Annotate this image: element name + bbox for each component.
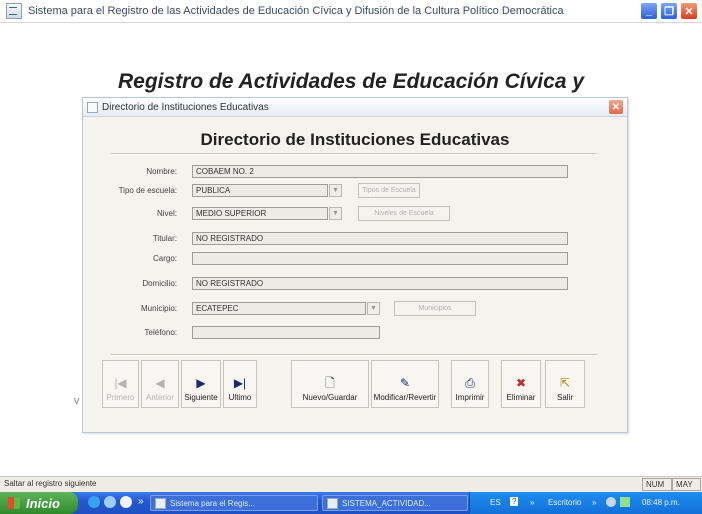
exit-button[interactable]: ⇱ Salir [545,360,585,408]
windows-logo-icon [8,497,20,509]
titular-field[interactable]: NO REGISTRADO [192,232,568,245]
chevron-down-icon[interactable]: ▼ [367,302,380,315]
directory-dialog: Directorio de Instituciones Educativas ✕… [82,97,628,433]
volume-icon[interactable] [620,497,630,507]
divider [111,153,597,155]
municipio-select[interactable]: ECATEPEC [192,302,366,315]
help-icon[interactable]: ? [510,497,519,506]
dialog-icon [87,101,98,113]
taskbar: Inicio » Sistema para el Regis... SISTEM… [0,492,702,514]
status-text: Saltar al registro siguiente [4,479,97,488]
main-title-bar[interactable]: Sistema para el Registro de las Activida… [0,0,702,23]
previous-icon: ◀ [155,376,165,390]
close-button[interactable]: ✕ [680,2,698,20]
telefono-label: Teléfono: [144,328,177,337]
app-icon [6,3,22,19]
desktop-toolbar-chevron[interactable]: » [530,498,534,507]
municipios-button[interactable]: Municipios [394,301,476,316]
maximize-button[interactable]: ❐ [660,2,678,20]
minimize-button[interactable]: _ [640,2,658,20]
print-button[interactable]: ⎙ Imprimir [451,360,489,408]
tipo-escuela-select[interactable]: PUBLICA [192,184,328,197]
app-icon [155,497,166,509]
caps-indicator: MAY [672,478,701,491]
printer-icon: ⎙ [465,376,475,390]
database-icon [327,497,338,509]
media-icon[interactable] [120,496,132,508]
cargo-label: Cargo: [152,254,177,263]
domicilio-label: Domicilio: [142,279,177,288]
nombre-label: Nombre: [146,167,177,176]
desktop-toolbar[interactable]: Escritorio [548,498,581,507]
chevron-down-icon[interactable]: ▼ [329,184,342,197]
modify-revert-button[interactable]: ✎ Modificar/Revertir [371,360,439,408]
next-icon: ▶ [196,376,206,390]
quicklaunch-chevron[interactable]: » [138,496,144,507]
nombre-field[interactable]: COBAEM NO. 2 [192,165,568,178]
next-record-button[interactable]: ▶ Siguiente [181,360,221,408]
browser-icon[interactable] [88,496,100,508]
new-document-icon: 🗋 [325,376,335,390]
edit-icon: ✎ [399,376,411,390]
last-record-button[interactable]: ▶| Ultimo [223,360,257,408]
dialog-title: Directorio de Instituciones Educativas [102,101,269,113]
niveles-escuela-button[interactable]: Niveles de Escuela [358,206,450,221]
divider [111,354,597,356]
num-lock-indicator: NUM [642,478,672,491]
tray-chevron[interactable]: » [592,498,596,507]
cargo-field[interactable] [192,252,568,265]
delete-icon: ✖ [515,376,527,390]
titular-label: Titular: [152,234,177,243]
clock: 08:48 p.m. [642,498,680,507]
status-bar: Saltar al registro siguiente NUM MAY [0,476,702,493]
dialog-title-bar[interactable]: Directorio de Instituciones Educativas ✕ [83,98,627,117]
delete-button[interactable]: ✖ Eliminar [501,360,541,408]
task-database[interactable]: SISTEMA_ACTIVIDAD... [322,495,468,511]
last-record-icon: ▶| [233,376,247,390]
task-sistema[interactable]: Sistema para el Regis... [150,495,318,511]
partial-text: v [74,395,80,407]
telefono-field[interactable] [192,326,380,339]
window-controls: _ ❐ ✕ [640,2,698,20]
window-title: Sistema para el Registro de las Activida… [28,5,564,17]
new-save-button[interactable]: 🗋 Nuevo/Guardar [291,360,369,408]
network-icon[interactable] [606,497,616,507]
nivel-label: Nivel: [156,209,177,218]
start-button[interactable]: Inicio [0,492,78,514]
nivel-select[interactable]: MEDIO SUPERIOR [192,207,328,220]
quicklaunch-icon[interactable] [104,496,116,508]
language-indicator[interactable]: ES [490,498,501,507]
municipio-label: Municipio: [140,304,177,313]
first-record-icon: |◀ [114,376,127,390]
chevron-down-icon[interactable]: ▼ [329,207,342,220]
page-heading: Registro de Actividades de Educación Cív… [117,70,585,93]
tipos-escuela-button[interactable]: Tipos de Escuela [358,183,420,198]
form-title: Directorio de Instituciones Educativas [200,130,510,149]
system-tray: ES ? » Escritorio » 08:48 p.m. [469,492,702,514]
domicilio-field[interactable]: NO REGISTRADO [192,277,568,290]
first-record-button[interactable]: |◀ Primero [102,360,139,408]
dialog-close-button[interactable]: ✕ [609,100,623,114]
tipo-escuela-label: Tipo de escuela: [118,186,177,195]
exit-door-icon: ⇱ [559,376,571,390]
previous-record-button[interactable]: ◀ Anterior [141,360,179,408]
